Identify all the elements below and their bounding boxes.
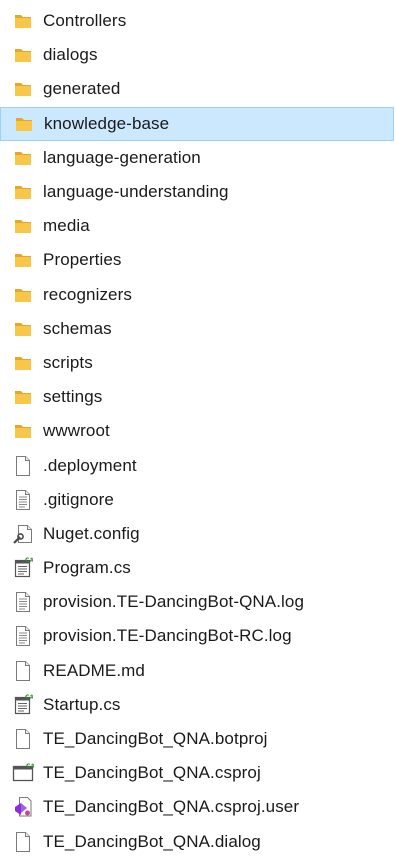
csharp-file-icon: C# [12, 694, 34, 716]
text-file-icon [12, 489, 34, 511]
file-name: settings [43, 387, 103, 407]
file-row[interactable]: TE_DancingBot_QNA.csproj.user [0, 790, 396, 824]
file-name: generated [43, 79, 121, 99]
file-row[interactable]: README.md [0, 654, 396, 688]
svg-text:C#: C# [26, 763, 34, 770]
file-row[interactable]: Controllers [0, 4, 396, 38]
text-file-icon [12, 591, 34, 613]
file-row[interactable]: knowledge-base [0, 106, 394, 141]
csproj-file-icon: C# [12, 762, 34, 784]
file-name: knowledge-base [44, 113, 170, 133]
svg-text:C#: C# [25, 557, 33, 564]
file-row[interactable]: provision.TE-DancingBot-RC.log [0, 619, 396, 653]
file-name: .gitignore [43, 489, 114, 509]
folder-icon [12, 181, 34, 203]
file-name: TE_DancingBot_QNA.csproj.user [43, 797, 300, 817]
file-row[interactable]: media [0, 209, 396, 243]
file-name: dialogs [43, 45, 98, 65]
file-row[interactable]: C# TE_DancingBot_QNA.csproj [0, 756, 396, 790]
folder-icon [12, 284, 34, 306]
file-row[interactable]: scripts [0, 346, 396, 380]
folder-icon [12, 44, 34, 66]
file-name: Properties [43, 250, 122, 270]
file-row[interactable]: C# Program.cs [0, 551, 396, 585]
file-name: Program.cs [43, 558, 131, 578]
file-name: Nuget.config [43, 523, 140, 543]
file-name: README.md [43, 660, 145, 680]
file-row[interactable]: .gitignore [0, 483, 396, 517]
blank-file-icon [12, 660, 34, 682]
file-list: Controllers dialogs generated knowledge-bas… [0, 0, 396, 859]
blank-file-icon [12, 831, 34, 853]
file-name: wwwroot [43, 421, 110, 441]
svg-text:C#: C# [25, 694, 33, 701]
text-file-icon [12, 625, 34, 647]
file-name: .deployment [43, 455, 137, 475]
file-name: TE_DancingBot_QNA.botproj [43, 729, 268, 749]
file-row[interactable]: Nuget.config [0, 517, 396, 551]
folder-icon [12, 249, 34, 271]
file-row[interactable]: TE_DancingBot_QNA.botproj [0, 722, 396, 756]
file-name: media [43, 216, 90, 236]
file-row[interactable]: Properties [0, 243, 396, 277]
file-row[interactable]: recognizers [0, 278, 396, 312]
file-name: Controllers [43, 11, 127, 31]
file-row[interactable]: language-understanding [0, 175, 396, 209]
file-row[interactable]: provision.TE-DancingBot-QNA.log [0, 585, 396, 619]
file-row[interactable]: .deployment [0, 448, 396, 482]
file-name: Startup.cs [43, 694, 121, 714]
folder-icon [12, 215, 34, 237]
file-name: provision.TE-DancingBot-QNA.log [43, 592, 305, 612]
file-name: schemas [43, 318, 112, 338]
file-row[interactable]: dialogs [0, 38, 396, 72]
file-name: language-understanding [43, 182, 229, 202]
config-file-icon [12, 523, 34, 545]
folder-icon [12, 10, 34, 32]
file-row[interactable]: generated [0, 72, 396, 106]
folder-icon [12, 420, 34, 442]
file-name: recognizers [43, 284, 132, 304]
vs-user-file-icon [12, 796, 34, 818]
file-name: provision.TE-DancingBot-RC.log [43, 626, 292, 646]
file-row[interactable]: language-generation [0, 141, 396, 175]
file-name: TE_DancingBot_QNA.csproj [43, 763, 261, 783]
file-row[interactable]: schemas [0, 312, 396, 346]
csharp-file-icon: C# [12, 557, 34, 579]
folder-icon [13, 113, 35, 135]
file-name: scripts [43, 352, 93, 372]
folder-icon [12, 386, 34, 408]
file-name: TE_DancingBot_QNA.dialog [43, 831, 261, 851]
file-name: language-generation [43, 147, 201, 167]
folder-icon [12, 352, 34, 374]
file-row[interactable]: wwwroot [0, 414, 396, 448]
blank-file-icon [12, 728, 34, 750]
file-row[interactable]: C# Startup.cs [0, 688, 396, 722]
file-row[interactable]: settings [0, 380, 396, 414]
folder-icon [12, 78, 34, 100]
folder-icon [12, 318, 34, 340]
blank-file-icon [12, 455, 34, 477]
folder-icon [12, 147, 34, 169]
